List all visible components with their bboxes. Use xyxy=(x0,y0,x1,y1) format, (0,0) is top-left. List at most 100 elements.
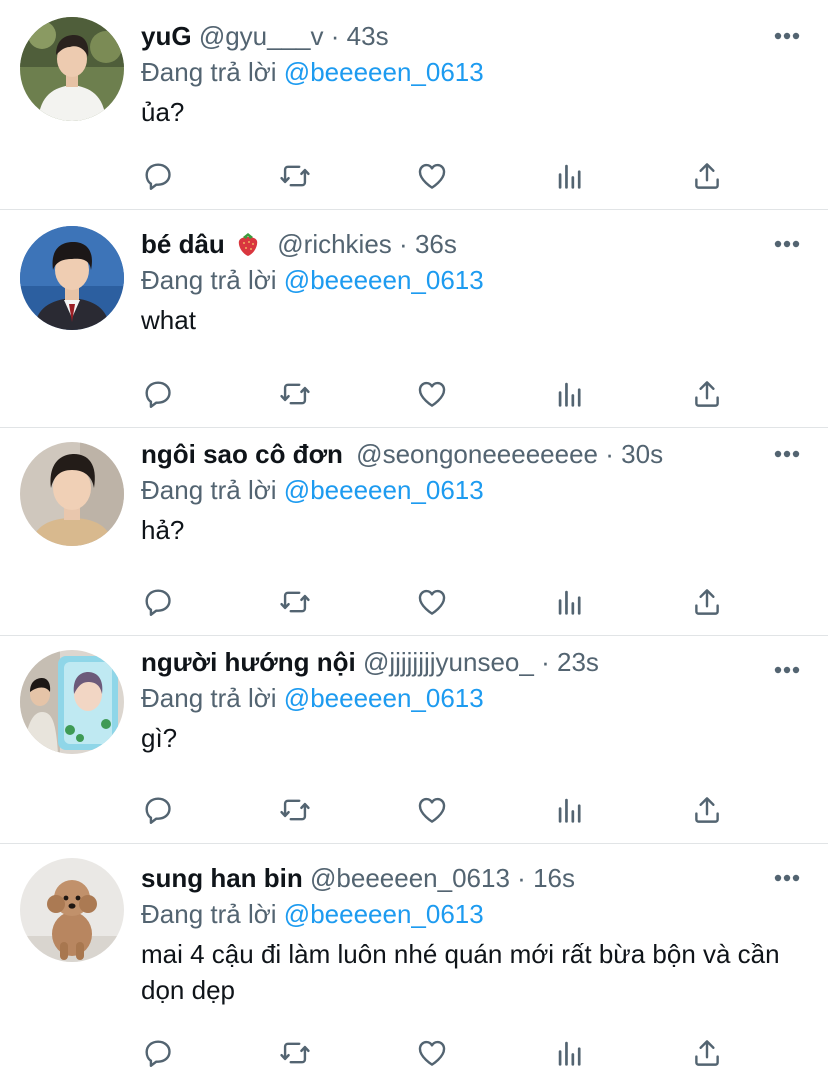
tweet-text: ủa? xyxy=(141,97,185,127)
reply-icon xyxy=(145,797,171,824)
action-bar xyxy=(140,584,730,620)
reply-icon xyxy=(145,163,171,190)
retweet-icon xyxy=(280,165,310,187)
action-bar xyxy=(140,792,730,828)
avatar[interactable] xyxy=(20,650,124,754)
like-icon xyxy=(418,797,446,823)
retweet-button[interactable] xyxy=(277,376,313,412)
tweet[interactable]: bé dâu @richkies · 36s Đang trả lời @bee… xyxy=(0,210,828,428)
avatar-photo-icon xyxy=(20,442,124,546)
retweet-button[interactable] xyxy=(277,1035,313,1071)
reply-mention-link[interactable]: @beeeeen_0613 xyxy=(284,57,484,87)
user-handle[interactable]: @richkies xyxy=(277,229,392,259)
timestamp[interactable]: 23s xyxy=(557,647,599,677)
like-icon xyxy=(418,163,446,189)
more-options-icon[interactable] xyxy=(774,32,800,40)
display-name[interactable]: ngôi sao cô đơn xyxy=(141,439,343,469)
reply-button[interactable] xyxy=(140,584,176,620)
action-bar xyxy=(140,158,730,194)
tweet-text: gì? xyxy=(141,723,178,753)
like-button[interactable] xyxy=(414,1035,450,1071)
retweet-button[interactable] xyxy=(277,584,313,620)
avatar-photo-icon xyxy=(20,858,124,962)
views-button[interactable] xyxy=(552,792,588,828)
user-handle[interactable]: @gyu___v xyxy=(199,21,324,51)
reply-mention-link[interactable]: @beeeeen_0613 xyxy=(284,683,484,713)
reply-mention-link[interactable]: @beeeeen_0613 xyxy=(284,475,484,505)
reply-button[interactable] xyxy=(140,792,176,828)
reply-icon xyxy=(145,381,171,408)
retweet-icon xyxy=(280,799,310,821)
avatar[interactable] xyxy=(20,17,124,121)
views-button[interactable] xyxy=(552,376,588,412)
like-button[interactable] xyxy=(414,792,450,828)
like-button[interactable] xyxy=(414,584,450,620)
tweet-text: what xyxy=(141,305,196,335)
reply-context: Đang trả lời @beeeeen_0613 xyxy=(141,54,802,90)
views-icon xyxy=(558,164,581,189)
reply-mention-link[interactable]: @beeeeen_0613 xyxy=(284,265,484,295)
separator-dot: · xyxy=(517,863,526,893)
share-button[interactable] xyxy=(689,1035,725,1071)
timestamp[interactable]: 16s xyxy=(533,863,575,893)
tweet-header: người hướng nội @jjjjjjjjyunseo_ · 23s xyxy=(141,644,802,680)
retweet-button[interactable] xyxy=(277,158,313,194)
views-button[interactable] xyxy=(552,584,588,620)
reply-button[interactable] xyxy=(140,376,176,412)
timestamp[interactable]: 36s xyxy=(415,229,457,259)
tweet-header: yuG @gyu___v · 43s xyxy=(141,18,802,54)
tweet-content: ngôi sao cô đơn @seongoneeeeeeee · 30s Đ… xyxy=(141,436,802,548)
reply-context: Đang trả lời @beeeeen_0613 xyxy=(141,896,802,932)
tweet[interactable]: ngôi sao cô đơn @seongoneeeeeeee · 30s Đ… xyxy=(0,428,828,636)
like-button[interactable] xyxy=(414,376,450,412)
timestamp[interactable]: 43s xyxy=(347,21,389,51)
separator-dot: · xyxy=(399,229,408,259)
share-button[interactable] xyxy=(689,376,725,412)
share-button[interactable] xyxy=(689,584,725,620)
separator-dot: · xyxy=(541,647,550,677)
display-name[interactable]: yuG xyxy=(141,21,192,51)
views-icon xyxy=(558,798,581,823)
user-handle[interactable]: @beeeeen_0613 xyxy=(310,863,510,893)
retweet-button[interactable] xyxy=(277,792,313,828)
tweet-header: ngôi sao cô đơn @seongoneeeeeeee · 30s xyxy=(141,436,802,472)
separator-dot: · xyxy=(605,439,614,469)
tweet[interactable]: yuG @gyu___v · 43s Đang trả lời @beeeeen… xyxy=(0,0,828,210)
tweet-content: sung han bin @beeeeen_0613 · 16s Đang tr… xyxy=(141,860,802,1008)
tweet[interactable]: người hướng nội @jjjjjjjjyunseo_ · 23s Đ… xyxy=(0,636,828,844)
reply-button[interactable] xyxy=(140,158,176,194)
avatar[interactable] xyxy=(20,226,124,330)
display-name[interactable]: sung han bin xyxy=(141,863,303,893)
tweet-content: bé dâu @richkies · 36s Đang trả lời @bee… xyxy=(141,226,802,338)
display-name[interactable]: người hướng nội xyxy=(141,647,356,677)
views-button[interactable] xyxy=(552,158,588,194)
reply-prefix: Đang trả lời xyxy=(141,899,277,929)
timestamp[interactable]: 30s xyxy=(621,439,663,469)
avatar[interactable] xyxy=(20,442,124,546)
share-icon xyxy=(695,381,719,407)
reply-icon xyxy=(145,1040,171,1067)
tweet[interactable]: sung han bin @beeeeen_0613 · 16s Đang tr… xyxy=(0,844,828,1083)
more-options-icon[interactable] xyxy=(774,666,800,674)
retweet-icon xyxy=(280,591,310,613)
more-options-icon[interactable] xyxy=(774,240,800,248)
reply-mention-link[interactable]: @beeeeen_0613 xyxy=(284,899,484,929)
display-name[interactable]: bé dâu xyxy=(141,229,225,259)
tweet-content: người hướng nội @jjjjjjjjyunseo_ · 23s Đ… xyxy=(141,644,802,756)
user-handle[interactable]: @jjjjjjjjyunseo_ xyxy=(363,647,534,677)
more-options-icon[interactable] xyxy=(774,874,800,882)
strawberry-icon xyxy=(236,230,260,262)
retweet-icon xyxy=(280,1042,310,1064)
like-icon xyxy=(418,1040,446,1066)
more-options-icon[interactable] xyxy=(774,450,800,458)
share-icon xyxy=(695,1040,719,1066)
share-button[interactable] xyxy=(689,792,725,828)
share-button[interactable] xyxy=(689,158,725,194)
separator-dot: · xyxy=(330,21,340,51)
like-button[interactable] xyxy=(414,158,450,194)
avatar[interactable] xyxy=(20,858,124,962)
user-handle[interactable]: @seongoneeeeeeee xyxy=(356,439,598,469)
views-icon xyxy=(558,590,581,615)
reply-button[interactable] xyxy=(140,1035,176,1071)
views-button[interactable] xyxy=(552,1035,588,1071)
